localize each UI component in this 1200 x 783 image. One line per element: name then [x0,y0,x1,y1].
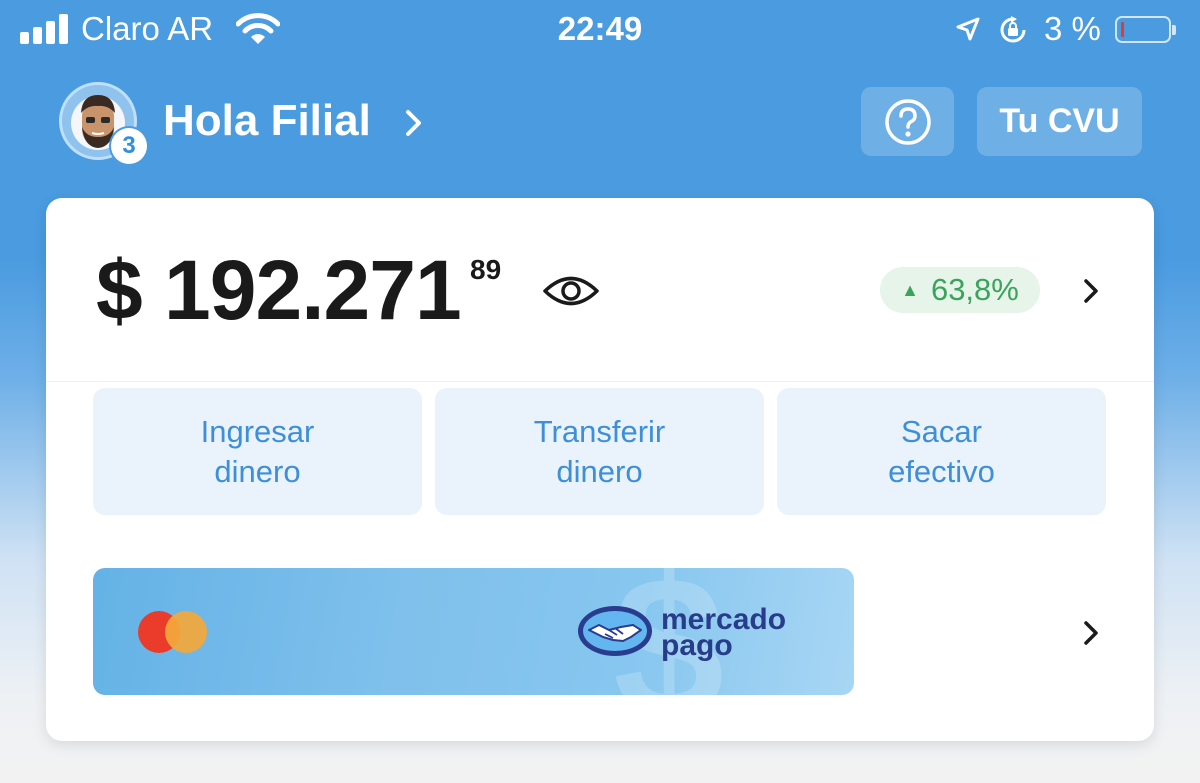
transfer-money-button[interactable]: Transferir dinero [435,388,764,515]
balance-change-badge[interactable]: ▲ 63,8% [880,267,1040,313]
handshake-logo-icon [575,603,655,664]
divider [46,381,1154,382]
chevron-right-icon[interactable] [1080,618,1102,653]
balance-change-value: 63,8% [930,272,1019,307]
mercado-pago-card[interactable]: $ mercado pago [93,568,854,695]
arrow-up-icon: ▲ [901,279,919,300]
balance-amount[interactable]: $ 192.271 [96,248,462,332]
question-icon [884,98,931,145]
deposit-money-button[interactable]: Ingresar dinero [93,388,422,515]
action-label-line2: dinero [214,453,301,489]
battery-icon [1115,16,1176,43]
cvu-button[interactable]: Tu CVU [977,87,1142,156]
status-bar: Claro AR 22:49 3 % [0,0,1200,62]
balance-cents: 89 [470,254,502,285]
chevron-right-icon[interactable] [1080,276,1102,311]
greeting-title[interactable]: Hola Filial [163,96,371,146]
notification-badge: 3 [111,128,147,164]
battery-percentage: 3 % [1044,10,1101,47]
action-label-line1: Sacar [901,413,982,449]
brand-name-line2: pago [661,629,733,662]
chevron-right-icon[interactable] [400,106,426,145]
eye-icon[interactable] [542,274,600,313]
withdraw-cash-button[interactable]: Sacar efectivo [777,388,1106,515]
action-label-line1: Ingresar [200,413,315,449]
action-label-line2: efectivo [888,453,995,489]
action-label-line1: Transferir [533,413,666,449]
help-button[interactable] [861,87,954,156]
orientation-lock-icon [998,15,1028,50]
action-label-line2: dinero [556,453,643,489]
account-card: $ 192.271 89 ▲ 63,8% Ingresar dinero Tra… [46,198,1154,741]
battery-level [1121,22,1124,37]
location-icon [955,16,981,47]
